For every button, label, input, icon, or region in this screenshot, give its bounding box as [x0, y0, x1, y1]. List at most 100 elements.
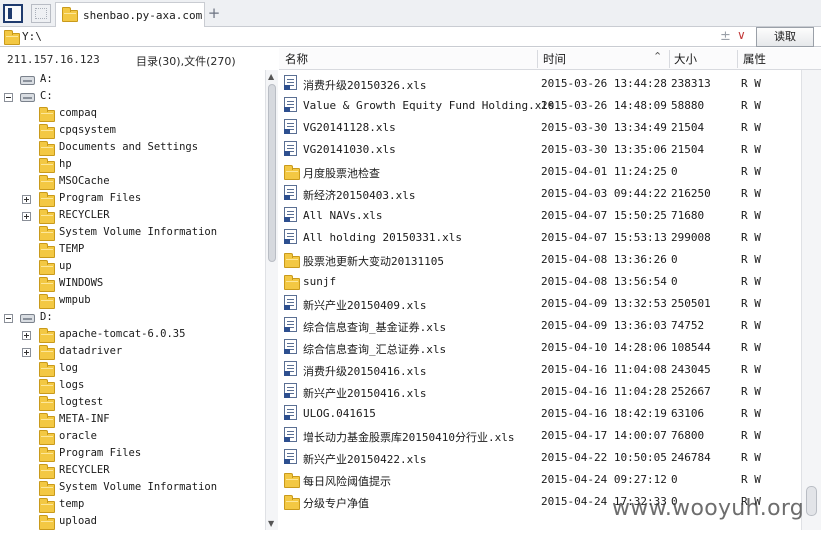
tree-item[interactable]: hp: [0, 157, 265, 174]
file-size: 71680: [671, 209, 705, 222]
tree-item[interactable]: temp: [0, 497, 265, 514]
tree-item[interactable]: System Volume Information: [0, 225, 265, 242]
file-row[interactable]: 新兴产业20150422.xls 2015-04-22 10:50:05 24678…: [279, 446, 801, 468]
file-row[interactable]: Value & Growth Equity Fund Holding.xls 20…: [279, 94, 801, 116]
tree-item[interactable]: logs: [0, 378, 265, 395]
read-button[interactable]: 读取: [756, 27, 814, 47]
folder-icon: [39, 294, 55, 309]
tree-item[interactable]: MSOCache: [0, 174, 265, 191]
tree-item[interactable]: System Volume Information: [0, 480, 265, 497]
file-row[interactable]: 消费升级20150416.xls 2015-04-16 11:04:08 24304…: [279, 358, 801, 380]
tree-item-label: temp: [59, 498, 85, 510]
file-row[interactable]: All holding 20150331.xls 2015-04-07 15:53…: [279, 226, 801, 248]
file-name: 综合信息查询_基金证券.xls: [303, 321, 447, 334]
tree-item-label: Program Files: [59, 447, 142, 459]
tree-item[interactable]: A:: [0, 72, 265, 89]
file-row[interactable]: 消费升级20150326.xls 2015-03-26 13:44:28 23831…: [279, 72, 801, 94]
tree-item-label: oracle: [59, 430, 97, 442]
folder-icon: [39, 362, 55, 377]
tree-item-label: RECYCLER: [59, 209, 110, 221]
file-name: 新兴产业20150416.xls: [303, 387, 427, 400]
folder-icon: [39, 243, 55, 258]
file-row[interactable]: VG20141128.xls 2015-03-30 13:34:49 21504 R …: [279, 116, 801, 138]
file-attr: R W: [741, 77, 761, 90]
file-attr: R W: [741, 451, 761, 464]
file-row[interactable]: VG20141030.xls 2015-03-30 13:35:06 21504 R …: [279, 138, 801, 160]
file-row[interactable]: 综合信息查询_汇总证券.xls 2015-04-10 14:28:06 108544…: [279, 336, 801, 358]
tree-item[interactable]: META-INF: [0, 412, 265, 429]
expand-icon[interactable]: [22, 195, 31, 204]
column-attr[interactable]: 属性: [743, 51, 766, 67]
file-row[interactable]: 增长动力基金股票库20150410分行业.xls 2015-04-17 14:00…: [279, 424, 801, 446]
window-layout-alt-button[interactable]: [31, 4, 51, 23]
file-row[interactable]: All NAVs.xls 2015-04-07 15:50:25 71680 R W: [279, 204, 801, 226]
file-name: 新兴产业20150422.xls: [303, 453, 427, 466]
tree-item[interactable]: upload: [0, 514, 265, 530]
column-divider[interactable]: [669, 50, 670, 68]
scroll-down-icon[interactable]: ▼: [268, 519, 274, 528]
scroll-up-icon[interactable]: ▲: [268, 72, 274, 81]
tree-item[interactable]: wmpub: [0, 293, 265, 310]
tree-item[interactable]: C:: [0, 89, 265, 106]
tree-item[interactable]: RECYCLER: [0, 463, 265, 480]
file-name: sunjf: [303, 275, 337, 288]
file-row[interactable]: 月度股票池检查 2015-04-01 11:24:25 0 R W: [279, 160, 801, 182]
collapse-icon[interactable]: [4, 314, 13, 323]
clear-address-icon[interactable]: ±: [720, 29, 731, 44]
file-size: 0: [671, 275, 678, 288]
tree-item[interactable]: Program Files: [0, 446, 265, 463]
expand-icon[interactable]: [22, 348, 31, 357]
file-time: 2015-03-30 13:34:49: [541, 121, 667, 134]
file-list-scroll-thumb[interactable]: [806, 486, 817, 516]
file-row[interactable]: 新兴产业20150409.xls 2015-04-09 13:32:53 25050…: [279, 292, 801, 314]
tree-item[interactable]: compaq: [0, 106, 265, 123]
file-attr: R W: [741, 363, 761, 376]
tree-item-label: WINDOWS: [59, 277, 104, 289]
file-row[interactable]: 股票池更新大变动20131105 2015-04-08 13:36:26 0 R W: [279, 248, 801, 270]
tree-item-label: logs: [59, 379, 85, 391]
tree-item[interactable]: up: [0, 259, 265, 276]
collapse-icon[interactable]: [4, 93, 13, 102]
file-row[interactable]: ULOG.041615 2015-04-16 18:42:19 63106 R W: [279, 402, 801, 424]
file-icon: [284, 383, 297, 398]
tree-item[interactable]: Program Files: [0, 191, 265, 208]
column-divider[interactable]: [737, 50, 738, 68]
tree-item[interactable]: apache-tomcat-6.0.35: [0, 327, 265, 344]
expand-icon[interactable]: [22, 331, 31, 340]
tree-item[interactable]: RECYCLER: [0, 208, 265, 225]
file-row[interactable]: 综合信息查询_基金证券.xls 2015-04-09 13:36:03 74752 R…: [279, 314, 801, 336]
expand-icon[interactable]: [22, 212, 31, 221]
address-input[interactable]: Y:\: [22, 30, 42, 43]
file-time: 2015-04-24 09:27:12: [541, 473, 667, 486]
tree-scroll-thumb[interactable]: [268, 84, 276, 262]
column-size[interactable]: 大小: [674, 51, 697, 67]
folder-icon: [39, 141, 55, 156]
tree-item[interactable]: Documents and Settings: [0, 140, 265, 157]
tree-scrollbar[interactable]: ▲ ▼: [265, 70, 278, 530]
tree-item[interactable]: datadriver: [0, 344, 265, 361]
tree-item[interactable]: log: [0, 361, 265, 378]
window-layout-button[interactable]: [3, 4, 23, 23]
tree-item[interactable]: cpqsystem: [0, 123, 265, 140]
file-row[interactable]: sunjf 2015-04-08 13:56:54 0 R W: [279, 270, 801, 292]
tree-item[interactable]: logtest: [0, 395, 265, 412]
tree-item[interactable]: oracle: [0, 429, 265, 446]
column-time[interactable]: 时间: [543, 51, 566, 67]
file-row[interactable]: 新兴产业20150416.xls 2015-04-16 11:04:28 25266…: [279, 380, 801, 402]
folder-icon: [39, 515, 55, 530]
file-list-scrollbar[interactable]: [801, 70, 821, 530]
column-name[interactable]: 名称: [285, 51, 308, 67]
tree-item[interactable]: WINDOWS: [0, 276, 265, 293]
tree-item[interactable]: D:: [0, 310, 265, 327]
tree-item[interactable]: TEMP: [0, 242, 265, 259]
file-row[interactable]: 每日风险阈值提示 2015-04-24 09:27:12 0 R W: [279, 468, 801, 490]
add-tab-button[interactable]: +: [206, 4, 222, 22]
file-icon: [284, 97, 297, 112]
tab-server[interactable]: shenbao.py-axa.com: [55, 2, 205, 28]
file-time: 2015-04-09 13:32:53: [541, 297, 667, 310]
column-divider[interactable]: [537, 50, 538, 68]
file-row[interactable]: 新经济20150403.xls 2015-04-03 09:44:22 216250…: [279, 182, 801, 204]
address-dropdown-icon[interactable]: ∨: [737, 28, 746, 42]
tree-item-label: META-INF: [59, 413, 110, 425]
file-name: 月度股票池检查: [303, 167, 380, 180]
